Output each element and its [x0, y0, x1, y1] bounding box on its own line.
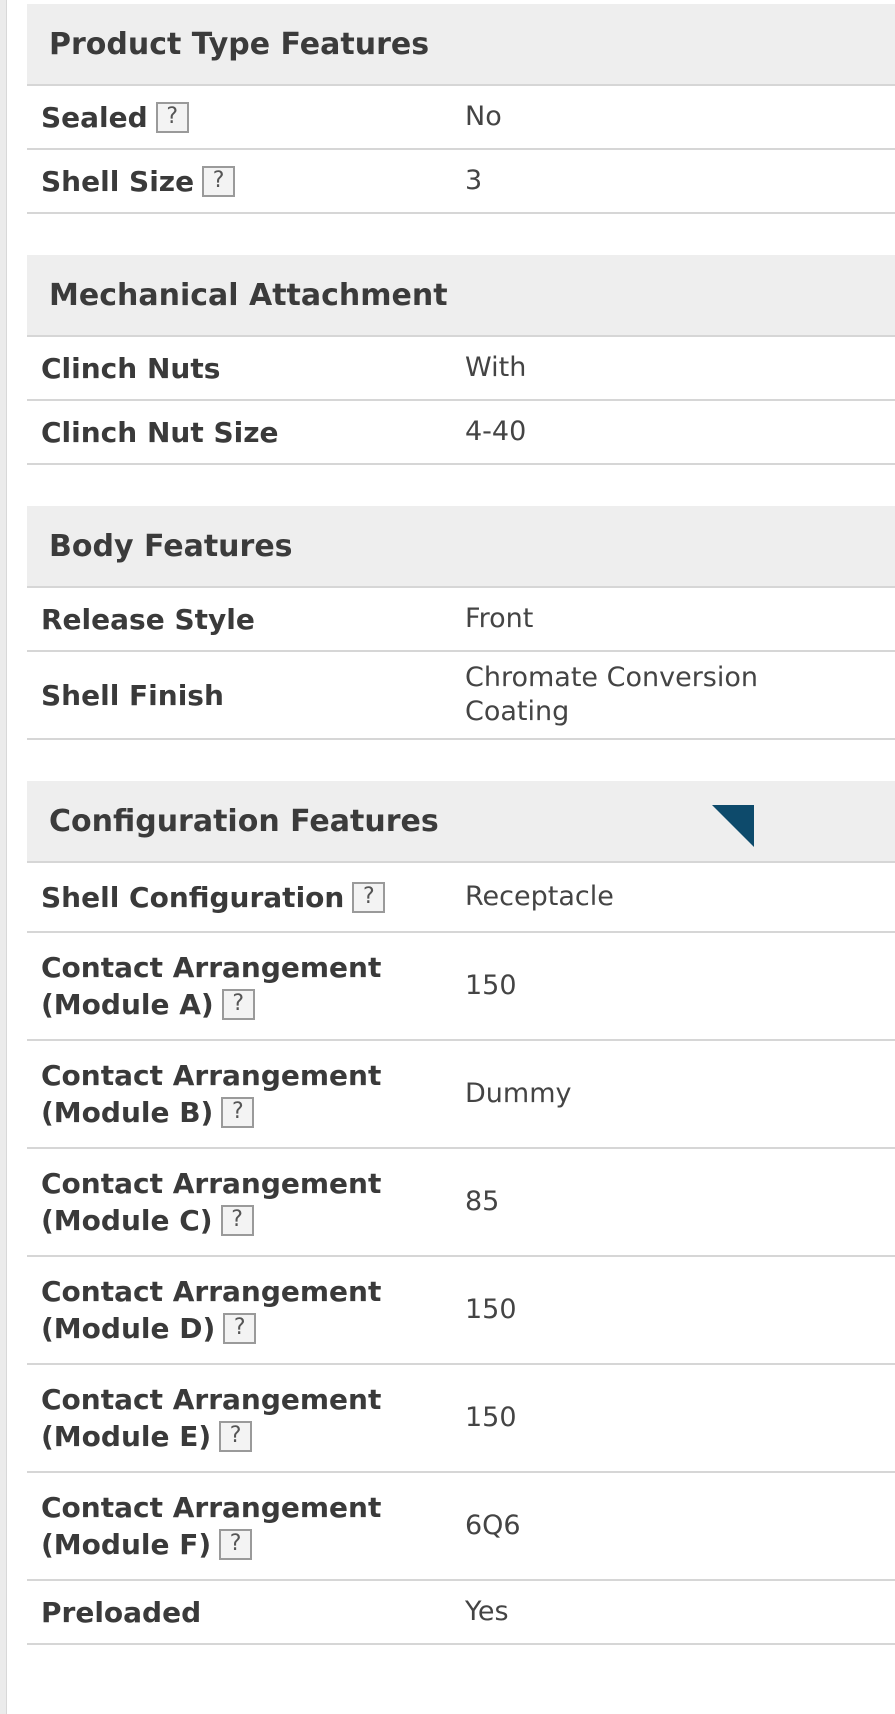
feature-label: Release Style [41, 602, 255, 636]
feature-label: Shell Size? [27, 163, 465, 200]
feature-row-contact-arrangement-e: Contact Arrangement (Module E)? 150 [27, 1365, 895, 1473]
feature-value: Receptacle [465, 881, 614, 912]
feature-value: 85 [465, 1186, 500, 1217]
help-icon[interactable]: ? [221, 1097, 255, 1128]
feature-value: 6Q6 [465, 1510, 521, 1541]
feature-label-text: Contact Arrangement (Module D) [41, 1275, 382, 1345]
feature-label-text: Contact Arrangement (Module B) [41, 1059, 382, 1129]
feature-label: Shell Configuration? [27, 879, 465, 916]
section-header: Mechanical Attachment [27, 255, 895, 337]
feature-row-shell-finish: Shell Finish Chromate Conversion Coating [27, 652, 895, 740]
feature-row-contact-arrangement-a: Contact Arrangement (Module A)? 150 [27, 933, 895, 1041]
feature-label: Shell Finish [41, 678, 224, 712]
feature-value: 150 [465, 1294, 517, 1325]
page-left-border [0, 0, 7, 1714]
feature-value: 150 [465, 1402, 517, 1433]
help-icon[interactable]: ? [221, 989, 255, 1020]
feature-label-text: Contact Arrangement (Module C) [41, 1167, 382, 1237]
feature-value: Front [465, 603, 534, 634]
section-mechanical-attachment: Mechanical Attachment Clinch Nuts With C… [27, 255, 895, 465]
feature-label-text: Contact Arrangement (Module F) [41, 1491, 382, 1561]
section-product-type-features: Product Type Features Sealed? No Shell S… [27, 4, 895, 214]
feature-value: 4-40 [465, 416, 527, 447]
feature-row-shell-configuration: Shell Configuration? Receptacle [27, 863, 895, 933]
section-header: Product Type Features [27, 4, 895, 86]
feature-label-text: Sealed [41, 100, 148, 134]
feature-row-contact-arrangement-f: Contact Arrangement (Module F)? 6Q6 [27, 1473, 895, 1581]
help-icon[interactable]: ? [155, 101, 189, 133]
feature-row-contact-arrangement-c: Contact Arrangement (Module C)? 85 [27, 1149, 895, 1257]
feature-label: Contact Arrangement (Module C)? [27, 1165, 465, 1239]
feature-label-text: Shell Size [41, 164, 195, 198]
feature-value: Chromate Conversion Coating [465, 662, 758, 727]
section-title: Configuration Features [49, 803, 439, 839]
feature-row-contact-arrangement-d: Contact Arrangement (Module D)? 150 [27, 1257, 895, 1365]
feature-row-contact-arrangement-b: Contact Arrangement (Module B)? Dummy [27, 1041, 895, 1149]
help-icon[interactable]: ? [219, 1529, 253, 1560]
section-configuration-features: Configuration Features Shell Configurati… [27, 781, 895, 1645]
feature-value: Dummy [465, 1078, 572, 1109]
feature-value: 150 [465, 970, 517, 1001]
feature-label-text: Shell Configuration [41, 880, 345, 914]
feature-label-text: Contact Arrangement (Module A) [41, 951, 382, 1021]
product-features-panel: Product Type Features Sealed? No Shell S… [27, 4, 895, 1686]
section-title: Body Features [49, 528, 293, 564]
feature-value: 3 [465, 165, 483, 196]
help-icon[interactable]: ? [352, 881, 386, 913]
feature-label: Clinch Nuts [41, 351, 221, 385]
feature-label: Clinch Nut Size [41, 415, 279, 449]
section-header: Configuration Features [27, 781, 895, 863]
feature-label: Contact Arrangement (Module E)? [27, 1381, 465, 1455]
feature-row-clinch-nuts: Clinch Nuts With [27, 337, 895, 401]
section-title: Mechanical Attachment [49, 277, 448, 313]
feature-label-text: Contact Arrangement (Module E) [41, 1383, 382, 1453]
corner-triangle-icon[interactable] [712, 805, 754, 847]
help-icon[interactable]: ? [202, 165, 236, 197]
feature-value: Yes [465, 1596, 509, 1627]
feature-label: Contact Arrangement (Module A)? [27, 949, 465, 1023]
feature-value: No [465, 101, 502, 132]
feature-value: With [465, 352, 527, 383]
feature-row-clinch-nut-size: Clinch Nut Size 4-40 [27, 401, 895, 465]
section-body-features: Body Features Release Style Front Shell … [27, 506, 895, 740]
feature-label: Contact Arrangement (Module B)? [27, 1057, 465, 1131]
help-icon[interactable]: ? [223, 1313, 257, 1344]
feature-label: Sealed? [27, 99, 465, 136]
section-title: Product Type Features [49, 26, 430, 62]
section-header: Body Features [27, 506, 895, 588]
feature-row-shell-size: Shell Size? 3 [27, 150, 895, 214]
feature-row-preloaded: Preloaded Yes [27, 1581, 895, 1645]
feature-row-release-style: Release Style Front [27, 588, 895, 652]
feature-label: Contact Arrangement (Module D)? [27, 1273, 465, 1347]
help-icon[interactable]: ? [219, 1421, 253, 1452]
feature-label: Contact Arrangement (Module F)? [27, 1489, 465, 1563]
help-icon[interactable]: ? [220, 1205, 254, 1236]
feature-row-sealed: Sealed? No [27, 86, 895, 150]
feature-label: Preloaded [41, 1595, 202, 1629]
